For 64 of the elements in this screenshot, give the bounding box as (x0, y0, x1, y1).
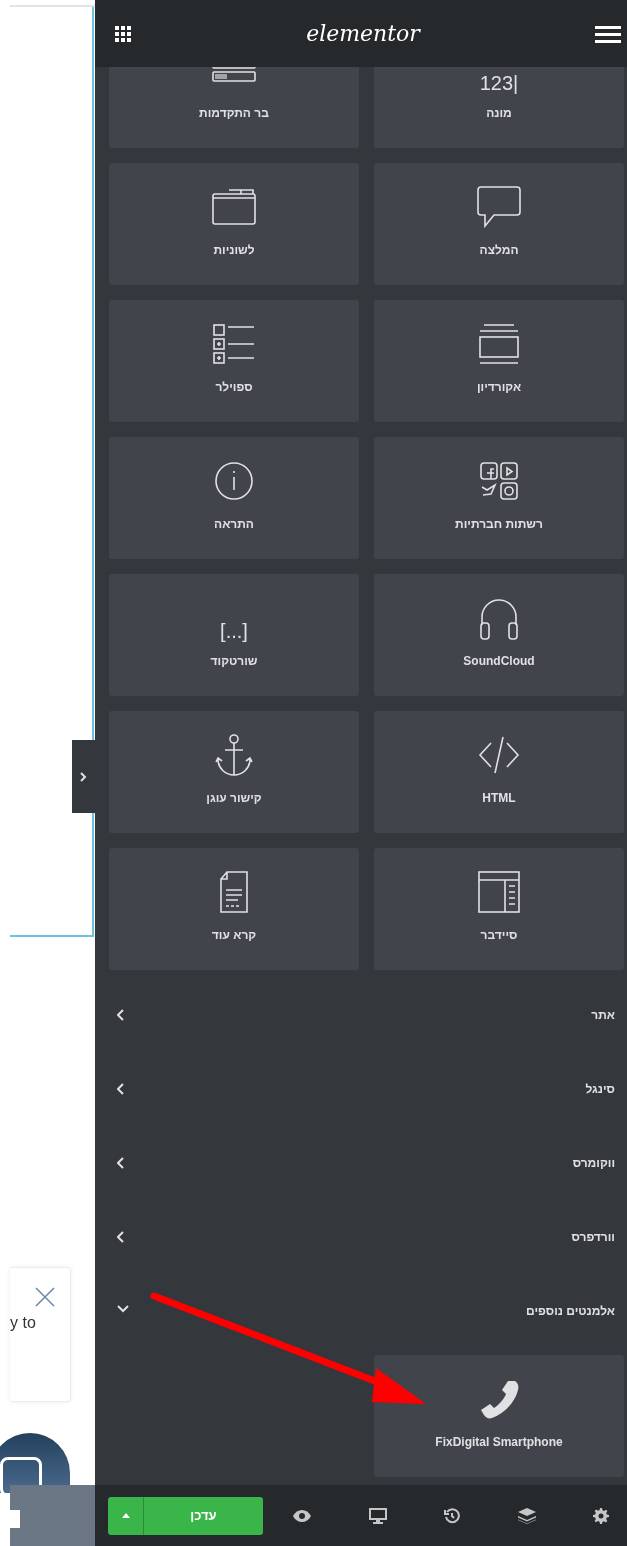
stacked-panels-icon (478, 323, 520, 365)
category-title: אתר (591, 1007, 615, 1024)
widget-label: סיידבר (480, 928, 518, 943)
widget-label: HTML (482, 791, 516, 806)
logo: elementor (306, 20, 420, 48)
category-header[interactable]: אלמנטים נוספים (95, 1274, 627, 1348)
widget-label: מונה (486, 106, 512, 121)
widget-tile[interactable]: FixDigital Smartphone (374, 1355, 624, 1477)
widget-label: SoundCloud (463, 654, 535, 669)
widget-label: בר התקדמות (199, 106, 269, 121)
category-title: וורדפרס (571, 1229, 615, 1246)
anchor-icon (214, 733, 254, 777)
category-header[interactable]: וורדפרס (95, 1200, 627, 1274)
widget-tile[interactable]: התראה (109, 437, 359, 559)
menu-icon[interactable] (595, 24, 621, 43)
publish-options-button[interactable] (108, 1496, 144, 1535)
folder-tab-icon (211, 188, 257, 226)
widget-tile[interactable]: לשוניות (109, 163, 359, 285)
close-icon[interactable] (35, 1287, 55, 1307)
eye-icon[interactable] (293, 1509, 311, 1522)
widget-label: רשתות חברתיות (455, 517, 543, 532)
widget-tile[interactable]: רשתות חברתיות (374, 437, 624, 559)
popup-text: y to (10, 1313, 36, 1333)
widget-label: אקורדיון (476, 380, 522, 395)
panel-toggle[interactable] (72, 740, 95, 813)
category-header[interactable]: אתר (95, 978, 627, 1052)
widget-tile[interactable]: SoundCloud (374, 574, 624, 696)
category-header[interactable]: ווקומרס (95, 1126, 627, 1200)
widget-label: FixDigital Smartphone (435, 1435, 563, 1450)
widget-tile[interactable]: אקורדיון (374, 300, 624, 422)
social-icons-icon (479, 461, 519, 501)
info-circle-icon (214, 461, 254, 501)
layers-icon[interactable] (517, 1507, 536, 1524)
chevron-right-icon (80, 771, 87, 782)
category-header[interactable]: סינגל (95, 1052, 627, 1126)
widget-tile[interactable]: קישור עוגן (109, 711, 359, 833)
widget-label: ספוילר (215, 380, 253, 395)
widget-tile[interactable]: המלצה (374, 163, 624, 285)
caret-up-icon (121, 1513, 130, 1518)
counter-icon: 123| (479, 72, 519, 94)
speech-bubble-icon (476, 184, 522, 230)
widget-tile[interactable]: קרא עוד (109, 848, 359, 970)
widget-label: התראה (214, 517, 254, 532)
sidebar-layout-icon (477, 870, 521, 914)
widget-tile[interactable]: ספוילר (109, 300, 359, 422)
grid-icon[interactable] (115, 25, 131, 42)
desktop-icon[interactable] (368, 1507, 387, 1524)
widget-label: המלצה (479, 243, 519, 258)
category-title: אלמנטים נוספים (526, 1303, 615, 1320)
widget-tile[interactable]: סיידבר (374, 848, 624, 970)
settings-icon[interactable] (593, 1507, 609, 1524)
widget-label: שורטקוד (210, 654, 258, 669)
widget-tile[interactable]: [...] שורטקוד (109, 574, 359, 696)
widget-label: לשוניות (213, 243, 255, 258)
widget-label: קישור עוגן (206, 791, 262, 806)
category-title: ווקומרס (572, 1155, 615, 1172)
shortcode-icon: [...] (220, 620, 248, 642)
document-icon (217, 870, 251, 914)
history-icon[interactable] (444, 1507, 460, 1524)
list-toggle-icon (212, 323, 256, 365)
widget-tile[interactable]: HTML (374, 711, 624, 833)
widget-tile[interactable]: בר התקדמות (109, 67, 359, 148)
category-title: סינגל (585, 1081, 615, 1098)
widget-label: קרא עוד (211, 928, 257, 943)
